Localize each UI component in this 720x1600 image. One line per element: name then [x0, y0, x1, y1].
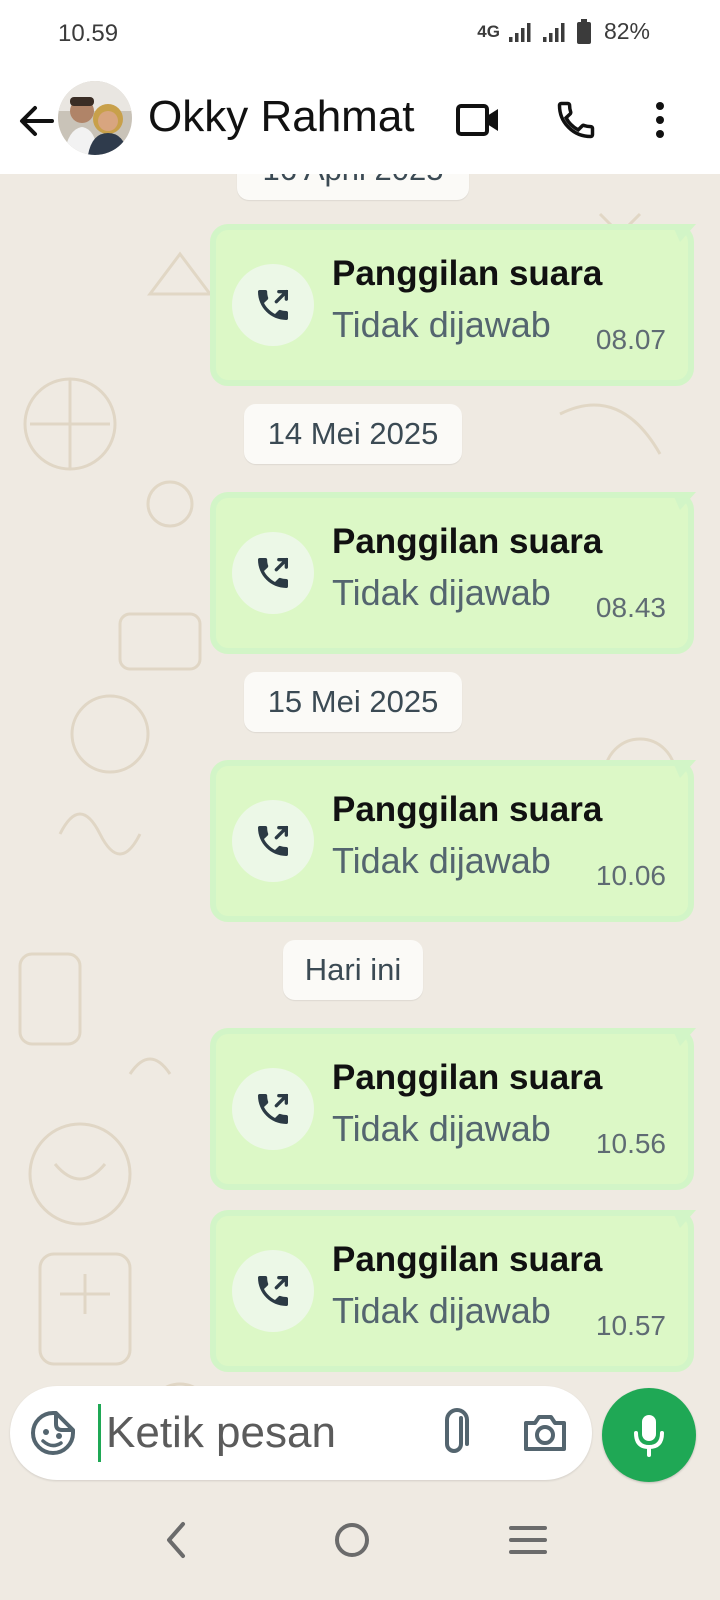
call-icon-circle: [232, 1068, 314, 1150]
call-icon-circle: [232, 264, 314, 346]
nav-back-icon: [167, 1522, 185, 1558]
outgoing-call-icon: [258, 826, 288, 856]
attach-button[interactable]: [430, 1406, 480, 1460]
call-title: Panggilan suara: [332, 790, 603, 829]
call-time: 08.43: [595, 592, 666, 623]
call-bubble[interactable]: Panggilan suara Tidak dijawab 08.43: [210, 492, 696, 654]
call-title: Panggilan suara: [332, 254, 603, 293]
outgoing-call-icon: [258, 290, 288, 320]
call-icon-circle: [232, 800, 314, 882]
nav-recents-icon: [509, 1526, 547, 1554]
sticker-icon: [31, 1411, 75, 1455]
paperclip-icon: [445, 1408, 469, 1453]
call-title: Panggilan suara: [332, 1240, 603, 1279]
call-bubble[interactable]: Panggilan suara Tidak dijawab 10.06: [210, 760, 696, 922]
back-arrow-icon: [20, 106, 54, 136]
nav-recents-button[interactable]: [498, 1510, 558, 1570]
signal-icon: [508, 22, 531, 42]
call-bubble[interactable]: Panggilan suara Tidak dijawab 10.56: [210, 1028, 696, 1190]
call-title: Panggilan suara: [332, 522, 603, 561]
contact-name[interactable]: Okky Rahmat: [148, 92, 415, 142]
voice-message-button[interactable]: [602, 1388, 696, 1482]
nav-home-button[interactable]: [322, 1510, 382, 1570]
battery-percentage: 82%: [603, 18, 650, 44]
call-status: Tidak dijawab: [332, 1290, 551, 1331]
camera-icon: [524, 1415, 566, 1451]
status-bar: 10.59 4G 82%: [0, 0, 720, 70]
status-indicators: 4G 82%: [477, 18, 650, 45]
battery-icon: [576, 18, 591, 44]
video-call-button[interactable]: [452, 94, 504, 146]
voice-call-icon: [557, 101, 595, 139]
chat-header: Okky Rahmat: [0, 70, 720, 174]
call-status: Tidak dijawab: [332, 572, 551, 613]
nav-back-button[interactable]: [146, 1510, 206, 1570]
avatar-photo: [58, 81, 132, 155]
bubble-tail: [672, 492, 696, 510]
nav-home-icon: [335, 1523, 369, 1557]
back-button[interactable]: [14, 98, 60, 144]
call-time: 10.56: [595, 1128, 666, 1159]
call-icon-circle: [232, 532, 314, 614]
bubble-tail: [672, 1028, 696, 1046]
date-chip-today: Hari ini: [283, 940, 423, 1000]
chat-area[interactable]: 16 April 2025 Panggilan suara Tidak dija…: [0, 174, 720, 1522]
call-time: 08.07: [595, 324, 666, 355]
date-chip: 14 Mei 2025: [244, 404, 462, 464]
outgoing-call-icon: [258, 1276, 288, 1306]
call-bubble[interactable]: Panggilan suara Tidak dijawab 10.57: [210, 1210, 696, 1372]
video-call-icon: [456, 104, 498, 136]
outgoing-call-icon: [258, 558, 288, 588]
system-navigation-bar: [0, 1490, 720, 1600]
date-chip: 15 Mei 2025: [244, 672, 462, 732]
message-composer: [10, 1386, 592, 1480]
call-time: 10.57: [595, 1310, 666, 1341]
more-options-button[interactable]: [634, 94, 686, 146]
text-caret: [98, 1404, 101, 1462]
contact-avatar[interactable]: [58, 81, 132, 155]
call-status: Tidak dijawab: [332, 304, 551, 345]
call-status: Tidak dijawab: [332, 840, 551, 881]
call-time: 10.06: [595, 860, 666, 891]
call-icon-circle: [232, 1250, 314, 1332]
signal-icon-secondary: [542, 22, 565, 42]
sticker-button[interactable]: [28, 1408, 78, 1458]
camera-button[interactable]: [518, 1406, 572, 1460]
more-options-icon: [656, 102, 664, 138]
status-time: 10.59: [58, 20, 119, 47]
bubble-tail: [672, 1210, 696, 1228]
call-status: Tidak dijawab: [332, 1108, 551, 1149]
outgoing-call-icon: [258, 1094, 288, 1124]
microphone-icon: [634, 1415, 664, 1457]
message-input[interactable]: [106, 1400, 406, 1466]
voice-call-button[interactable]: [550, 94, 602, 146]
call-bubble[interactable]: Panggilan suara Tidak dijawab 08.07: [210, 224, 696, 386]
network-type: 4G: [477, 21, 500, 41]
call-title: Panggilan suara: [332, 1058, 603, 1097]
date-chip-partial: 16 April 2025: [237, 174, 469, 200]
bubble-tail: [672, 760, 696, 778]
bubble-tail: [672, 224, 696, 242]
